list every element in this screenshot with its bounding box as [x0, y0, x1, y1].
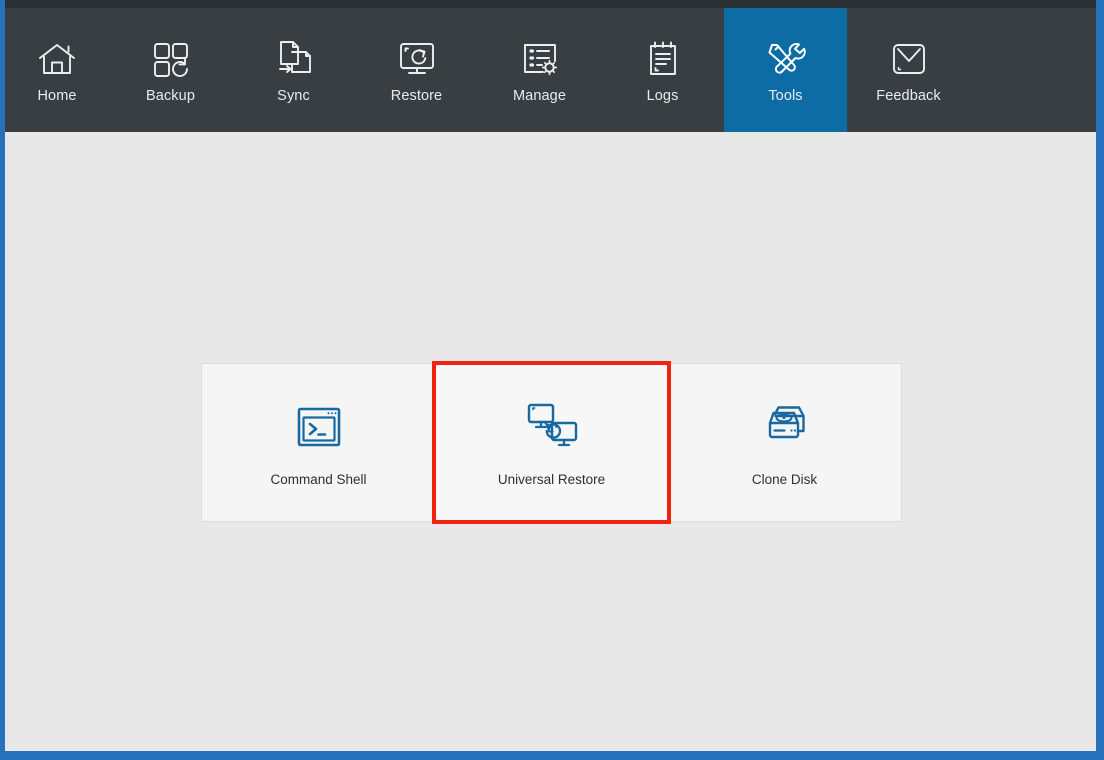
tool-label-universal-restore: Universal Restore: [497, 471, 606, 487]
home-icon: [34, 36, 80, 82]
nav-item-sync[interactable]: Sync: [232, 8, 355, 132]
tool-label-command-shell: Command Shell: [270, 471, 367, 487]
nav-item-tools[interactable]: Tools: [724, 8, 847, 132]
logs-icon: [640, 36, 686, 82]
content-area: Command Shell Universal Restore Clone Di…: [5, 132, 1096, 751]
nav-item-manage[interactable]: Manage: [478, 8, 601, 132]
nav-label-backup: Backup: [146, 87, 195, 104]
tool-card-universal-restore[interactable]: Universal Restore: [432, 361, 671, 524]
nav-item-logs[interactable]: Logs: [601, 8, 724, 132]
tool-card-clone-disk[interactable]: Clone Disk: [668, 364, 901, 521]
tool-card-command-shell[interactable]: Command Shell: [202, 364, 435, 521]
restore-icon: [394, 36, 440, 82]
nav-item-home[interactable]: Home: [5, 8, 109, 132]
title-bar-strip: [5, 0, 1096, 8]
universal-restore-icon: [523, 398, 581, 456]
feedback-icon: [886, 36, 932, 82]
main-toolbar: Home Backup Sync Restore Manage Logs Too…: [5, 8, 1096, 132]
tools-panel: Command Shell Universal Restore Clone Di…: [202, 361, 901, 524]
nav-label-home: Home: [37, 87, 77, 104]
backup-icon: [148, 36, 194, 82]
window-inner: Home Backup Sync Restore Manage Logs Too…: [5, 0, 1096, 751]
tools-icon: [763, 36, 809, 82]
nav-item-backup[interactable]: Backup: [109, 8, 232, 132]
nav-label-manage: Manage: [513, 87, 566, 104]
command-shell-icon: [290, 398, 348, 456]
clone-disk-icon: [756, 398, 814, 456]
nav-label-logs: Logs: [646, 87, 679, 104]
application-window: Home Backup Sync Restore Manage Logs Too…: [0, 0, 1104, 760]
nav-label-feedback: Feedback: [876, 87, 941, 104]
nav-label-sync: Sync: [277, 87, 310, 104]
sync-icon: [271, 36, 317, 82]
nav-item-restore[interactable]: Restore: [355, 8, 478, 132]
manage-icon: [517, 36, 563, 82]
tool-label-clone-disk: Clone Disk: [751, 471, 818, 487]
nav-label-tools: Tools: [768, 87, 803, 104]
nav-label-restore: Restore: [390, 87, 443, 104]
nav-item-feedback[interactable]: Feedback: [847, 8, 970, 132]
